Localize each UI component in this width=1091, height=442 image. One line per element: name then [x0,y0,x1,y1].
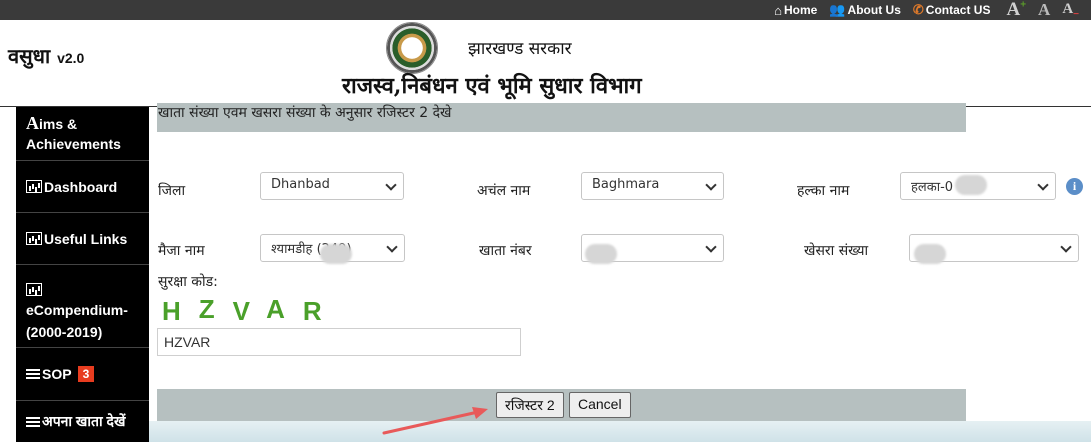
district-label: जिला [158,183,186,199]
brand-name: वसुधा [8,44,51,68]
chevron-down-icon [1037,179,1049,191]
minus-icon: − [1073,8,1079,20]
font-increase-button[interactable]: A+ [1006,0,1026,21]
brand-version: v2.0 [57,50,85,66]
chevron-down-icon [705,179,717,191]
plus-icon: + [1020,0,1027,11]
users-icon: 👥 [829,2,846,17]
chart-icon [26,282,42,296]
chart-icon [26,232,42,245]
brand-logo[interactable]: वसुधा v2.0 [8,42,84,69]
about-link[interactable]: 👥 About Us [829,2,901,18]
chevron-down-icon [1060,241,1072,253]
sidebar-item-label: Aims & Achievements [26,113,139,154]
sidebar-item-dashboard[interactable]: Dashboard [16,161,149,213]
khesra-label: खेसरा संख्या [804,243,869,259]
captcha-image: HZVAR [162,294,340,326]
home-link[interactable]: ⌂ Home [774,3,817,18]
cancel-button[interactable]: Cancel [569,392,631,418]
sidebar-aims-text: ims & Achievements [26,116,121,152]
redaction-blur [320,244,352,264]
font-normal-button[interactable]: A [1038,0,1050,20]
sidebar-item-label: Dashboard [44,178,118,195]
anchal-label: अचंल नाम [477,183,531,199]
government-name: झारखण्ड सरकार [468,39,572,59]
chevron-down-icon [705,241,717,253]
form-title: खाता संख्या एवम खसरा संख्या के अनुसार रज… [158,105,452,121]
captcha-char: H [162,296,199,326]
sidebar-item-useful-links[interactable]: Useful Links [16,213,149,265]
captcha-char: V [232,296,267,326]
sidebar-item-label: SOP [42,366,72,382]
font-decrease-button[interactable]: A− [1062,1,1079,20]
a-letter-icon: A [26,113,39,133]
captcha-label: सुरक्षा कोड: [158,274,218,290]
sidebar-item-ecompendium[interactable]: eCompendium-(2000-2019) [16,265,149,348]
home-label: Home [784,3,818,17]
top-bar: ⌂ Home 👥 About Us ✆ Contact US A+ A A− [0,0,1091,20]
chevron-down-icon [385,179,397,191]
font-increase-letter: A [1006,0,1021,20]
captcha-char: A [266,294,303,324]
menu-icon [26,369,40,379]
sidebar-item-apna-khata[interactable]: अपना खाता देखें [16,401,149,442]
halka-label: हल्का नाम [797,183,850,199]
sop-count-badge: 3 [77,366,95,382]
site-header: वसुधा v2.0 झारखण्ड सरकार राजस्व,निबंधन ए… [0,20,1091,107]
halka-value: हलका-0 [911,180,954,195]
sidebar-item-text: eCompendium-(2000-2019) [26,277,139,343]
chart-icon [26,180,42,193]
redaction-blur [955,175,987,195]
khata-label: खाता नंबर [479,243,532,259]
chevron-down-icon [386,241,398,253]
captcha-char: Z [198,294,233,324]
district-select[interactable]: Dhanbad [260,172,404,200]
register-2-button[interactable]: रजिस्टर 2 [496,392,564,418]
sidebar-item-label: eCompendium-(2000-2019) [26,302,128,340]
department-title: राजस्व,निबंधन एवं भूमि सुधार विभाग [342,73,642,99]
top-links: ⌂ Home 👥 About Us ✆ Contact US A+ A A− [774,0,1091,20]
sidebar-item-label: Useful Links [44,230,128,247]
font-decrease-letter: A [1062,0,1074,17]
captcha-input[interactable]: HZVAR [157,328,521,356]
list-icon [26,416,40,427]
annotation-arrow-icon [382,407,488,435]
sidebar: Aims & Achievements Dashboard Useful Lin… [16,107,149,442]
anchal-value: Baghmara [592,177,660,192]
redaction-blur [914,244,946,264]
bottom-strip [149,421,1091,442]
contact-label: Contact US [925,3,991,17]
about-label: About Us [847,3,901,17]
anchal-select[interactable]: Baghmara [581,172,724,200]
sidebar-item-sop[interactable]: SOP 3 [16,348,149,401]
sidebar-item-aims[interactable]: Aims & Achievements [16,107,149,161]
phone-icon: ✆ [912,2,924,17]
jharkhand-emblem-icon [386,22,438,74]
mauza-label: मैजा नाम [158,243,205,259]
district-value: Dhanbad [271,177,330,192]
contact-link[interactable]: ✆ Contact US [913,2,991,18]
info-icon[interactable]: i [1066,178,1083,195]
left-gutter [0,107,16,442]
captcha-char: R [302,296,340,326]
sidebar-item-label: अपना खाता देखें [42,413,126,429]
home-icon: ⌂ [774,2,783,18]
redaction-blur [585,244,617,264]
